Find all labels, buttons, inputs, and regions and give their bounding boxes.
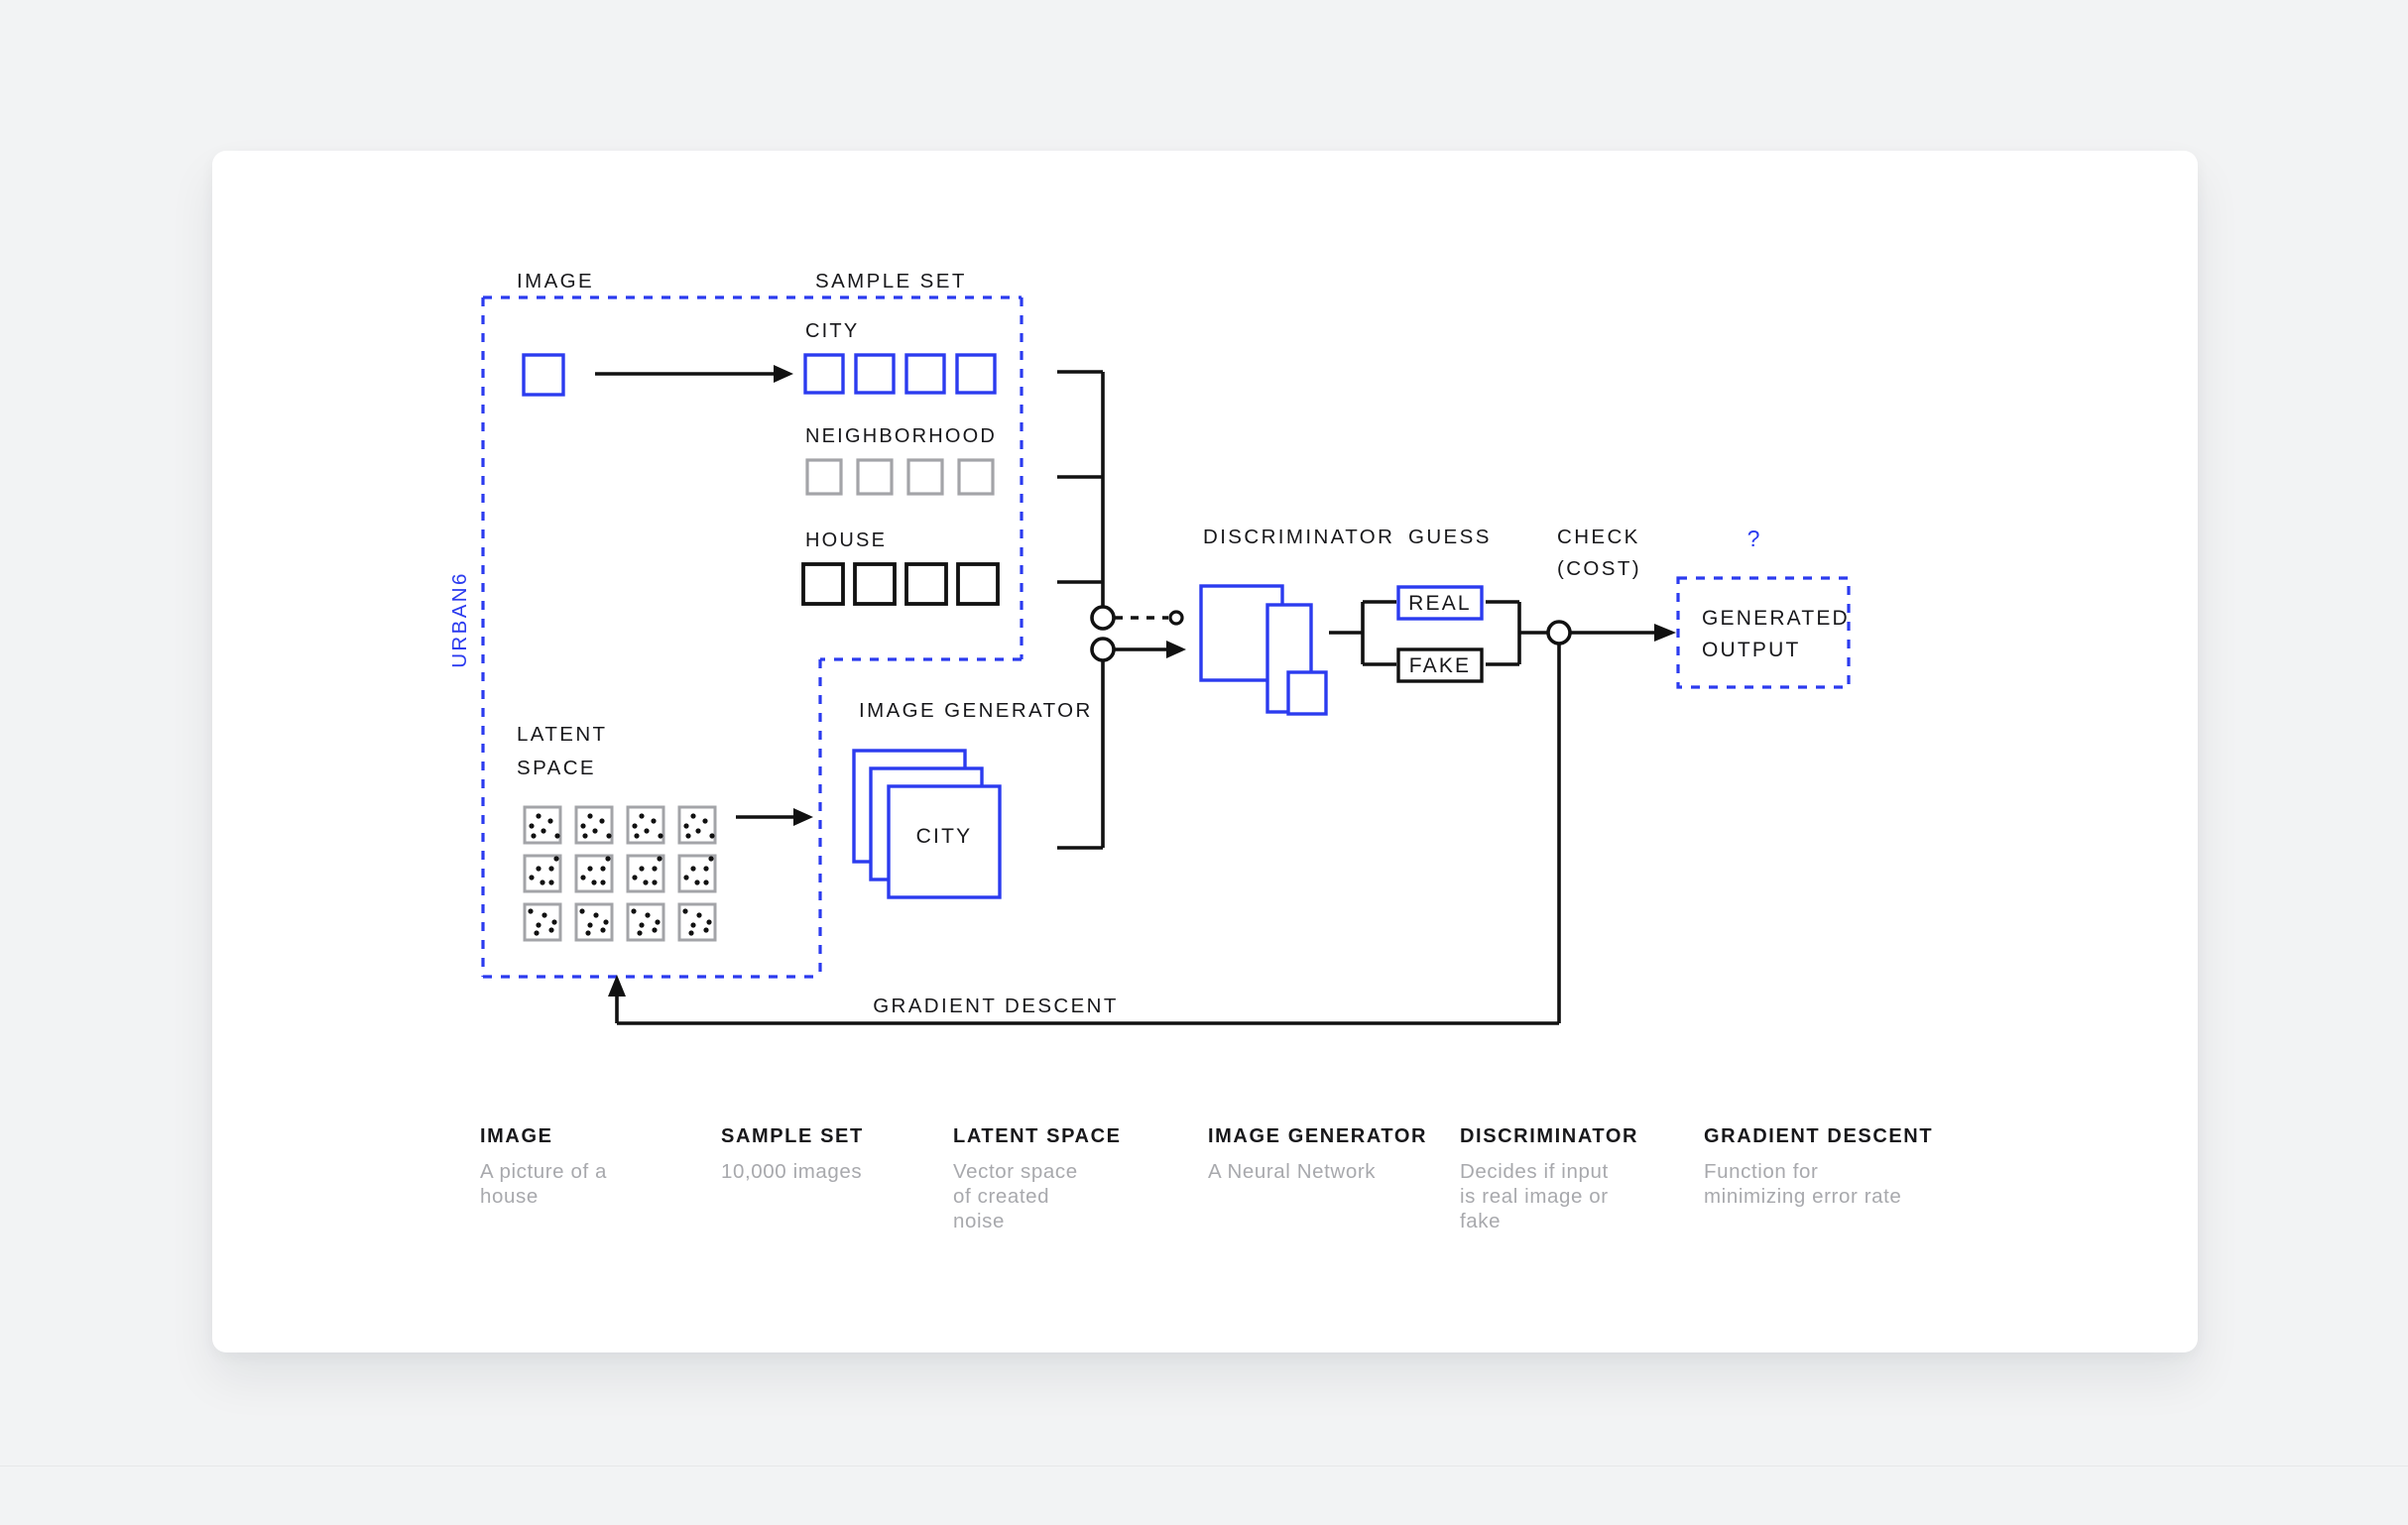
legend-desc-5-1: minimizing error rate xyxy=(1704,1185,1901,1208)
legend: IMAGE A picture of a house SAMPLE SET 10… xyxy=(480,1125,1933,1232)
image-section-label: IMAGE xyxy=(517,270,594,293)
guess-fake-label: FAKE xyxy=(1409,654,1472,677)
legend-desc-4-1: is real image or xyxy=(1460,1185,1609,1208)
legend-title-1: SAMPLE SET xyxy=(721,1125,864,1147)
sample-row-label-neighborhood: NEIGHBORHOOD xyxy=(805,425,997,447)
legend-desc-0-0: A picture of a xyxy=(480,1160,607,1183)
legend-title-3: IMAGE GENERATOR xyxy=(1208,1125,1427,1147)
latent-space-grid xyxy=(523,805,717,942)
generated-output-line2: OUTPUT xyxy=(1702,639,1801,661)
generated-output-box: GENERATED OUTPUT xyxy=(1676,576,1851,689)
generator-stack-label: CITY xyxy=(916,825,973,848)
latent-space-label-line1: LATENT xyxy=(517,723,607,746)
real-path-switch-node xyxy=(1090,605,1184,631)
screen-root: URBAN6 IMAGE SAMPLE SET CITY NEIGHBORHOO… xyxy=(0,0,2408,1525)
legend-desc-2-1: of created xyxy=(953,1185,1049,1208)
latent-to-generator-arrow xyxy=(736,808,813,826)
guess-real-label: REAL xyxy=(1408,592,1472,615)
gan-diagram: URBAN6 IMAGE SAMPLE SET CITY NEIGHBORHOO… xyxy=(448,270,1933,1232)
legend-title-4: DISCRIMINATOR xyxy=(1460,1125,1638,1147)
sample-row-city xyxy=(803,353,997,395)
image-generator-label: IMAGE GENERATOR xyxy=(859,699,1093,722)
legend-desc-4-0: Decides if input xyxy=(1460,1160,1609,1183)
legend-desc-0-1: house xyxy=(480,1185,539,1208)
discriminator-label: DISCRIMINATOR xyxy=(1203,526,1394,548)
legend-title-0: IMAGE xyxy=(480,1125,553,1147)
check-label-line1: CHECK xyxy=(1557,526,1640,548)
discriminator-stack xyxy=(1199,584,1328,716)
sample-set-section-label: SAMPLE SET xyxy=(815,270,967,293)
legend-title-5: GRADIENT DESCENT xyxy=(1704,1125,1933,1147)
image-generator-stack: CITY xyxy=(852,749,1002,899)
legend-title-2: LATENT SPACE xyxy=(953,1125,1122,1147)
guess-label: GUESS xyxy=(1408,526,1492,548)
check-label-line2: (COST) xyxy=(1557,557,1641,580)
legend-desc-4-2: fake xyxy=(1460,1210,1501,1232)
check-cost-node xyxy=(1546,620,1676,1023)
image-to-sample-arrow xyxy=(595,365,793,383)
legend-desc-2-2: noise xyxy=(953,1210,1005,1232)
guess-option-real: REAL xyxy=(1396,585,1484,621)
sample-row-house xyxy=(801,562,1000,606)
guess-to-check-bracket xyxy=(1486,600,1547,666)
sample-row-label-house: HOUSE xyxy=(805,529,887,551)
question-mark-label: ? xyxy=(1747,526,1760,551)
legend-desc-2-0: Vector space xyxy=(953,1160,1078,1183)
gradient-descent-label: GRADIENT DESCENT xyxy=(873,995,1119,1017)
sample-row-label-city: CITY xyxy=(805,320,859,342)
legend-desc-3-0: A Neural Network xyxy=(1208,1160,1376,1183)
legend-desc-5-0: Function for xyxy=(1704,1160,1818,1183)
source-image-square xyxy=(522,353,565,397)
generated-output-line1: GENERATED xyxy=(1702,607,1850,630)
urban6-vertical-label: URBAN6 xyxy=(448,571,471,668)
guess-option-fake: FAKE xyxy=(1396,647,1484,683)
latent-space-label-line2: SPACE xyxy=(517,757,596,779)
sample-row-neighborhood xyxy=(805,458,995,496)
legend-desc-1-0: 10,000 images xyxy=(721,1160,862,1183)
discriminator-to-guess-bracket xyxy=(1329,600,1396,666)
generated-path-switch-node xyxy=(1090,637,1186,662)
